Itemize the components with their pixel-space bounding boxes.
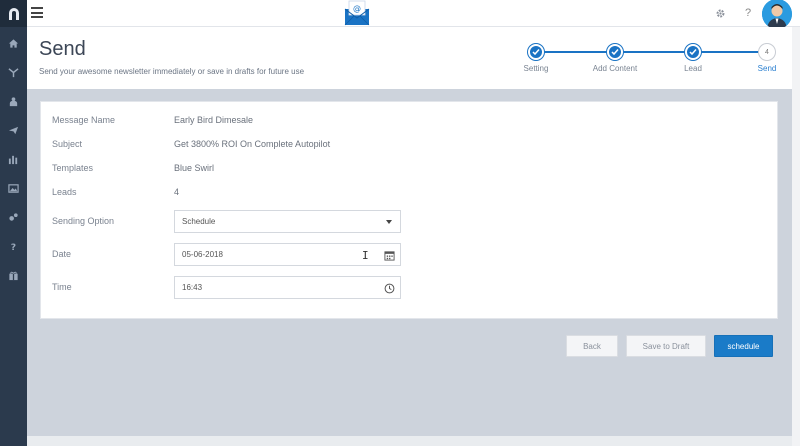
users-icon	[9, 96, 18, 106]
newsletter-envelope-icon: @	[343, 0, 371, 26]
image-icon	[8, 183, 19, 193]
step-3-check-icon[interactable]	[685, 44, 701, 60]
question-icon: ?	[11, 242, 16, 252]
step-connector	[543, 51, 607, 53]
leads-label: Leads	[52, 187, 77, 197]
magnet-logo-icon	[8, 7, 19, 20]
bar-chart-icon	[8, 155, 18, 164]
home-icon	[8, 38, 19, 48]
clock-icon[interactable]	[383, 282, 395, 294]
date-label: Date	[52, 249, 72, 259]
date-value: 05-06-2018	[182, 250, 223, 259]
scrollbar-track[interactable]	[792, 27, 800, 446]
sidebar-item-campaigns[interactable]	[0, 121, 27, 139]
page-title: Send	[39, 38, 86, 60]
save-draft-button[interactable]: Save to Draft	[626, 335, 706, 357]
sidebar-item-contacts[interactable]	[0, 92, 27, 110]
step-2-check-icon[interactable]	[607, 44, 623, 60]
sidebar-item-media[interactable]	[0, 179, 27, 197]
text-cursor-icon: I	[362, 249, 369, 262]
progress-stepper: Setting Add Content Lead 4 Send	[467, 43, 776, 83]
antenna-icon	[8, 67, 19, 77]
step-4-label: Send	[757, 64, 777, 73]
back-button[interactable]: Back	[566, 335, 618, 357]
hamburger-menu-icon[interactable]	[31, 7, 43, 18]
paper-plane-icon	[8, 126, 19, 134]
svg-text:?: ?	[11, 242, 16, 252]
page-subtitle: Send your awesome newsletter immediately…	[39, 67, 305, 76]
left-sidebar: ?	[0, 0, 27, 446]
schedule-button[interactable]: schedule	[714, 335, 773, 357]
leads-value: 4	[174, 187, 180, 197]
chevron-down-icon[interactable]	[383, 216, 395, 228]
templates-label: Templates	[52, 163, 94, 173]
sidebar-item-home[interactable]	[0, 34, 27, 52]
sidebar-item-integrations[interactable]	[0, 208, 27, 226]
help-icon[interactable]: ?	[741, 6, 755, 20]
step-2-label: Add Content	[592, 64, 638, 73]
send-summary-card: Message Name Early Bird Dimesale Subject…	[40, 101, 778, 319]
gears-icon	[9, 212, 18, 221]
step-4-number[interactable]: 4	[759, 44, 775, 60]
date-field[interactable]: 05-06-2018 I	[174, 243, 401, 266]
sidebar-item-funnel[interactable]	[0, 63, 27, 81]
sending-option-select[interactable]: Schedule	[174, 210, 401, 233]
sidebar-item-reports[interactable]	[0, 150, 27, 168]
sending-option-label: Sending Option	[52, 216, 115, 226]
sidebar-item-help[interactable]: ?	[0, 237, 27, 255]
message-name-value: Early Bird Dimesale	[174, 115, 254, 125]
time-field[interactable]: 16:43	[174, 276, 401, 299]
calendar-icon[interactable]	[383, 249, 395, 261]
gift-icon	[9, 271, 18, 280]
time-value: 16:43	[182, 283, 203, 292]
sidebar-item-gifts[interactable]	[0, 266, 27, 284]
message-name-label: Message Name	[52, 115, 116, 125]
step-connector	[701, 51, 765, 53]
top-bar: @ ?	[27, 0, 800, 29]
templates-value: Blue Swirl	[174, 163, 215, 173]
page-header: Send Send your awesome newsletter immedi…	[27, 27, 800, 89]
footer-strip	[27, 436, 792, 446]
app-logo[interactable]	[0, 0, 27, 27]
step-1-label: Setting	[523, 64, 549, 73]
sending-option-value: Schedule	[182, 217, 216, 226]
subject-label: Subject	[52, 139, 83, 149]
user-avatar[interactable]	[762, 0, 792, 29]
step-1-check-icon[interactable]	[528, 44, 544, 60]
time-label: Time	[52, 282, 72, 292]
step-3-label: Lead	[684, 64, 702, 73]
step-connector	[623, 51, 685, 53]
svg-text:@: @	[353, 4, 361, 13]
gear-icon[interactable]	[713, 6, 727, 20]
subject-value: Get 3800% ROI On Complete Autopilot	[174, 139, 331, 149]
